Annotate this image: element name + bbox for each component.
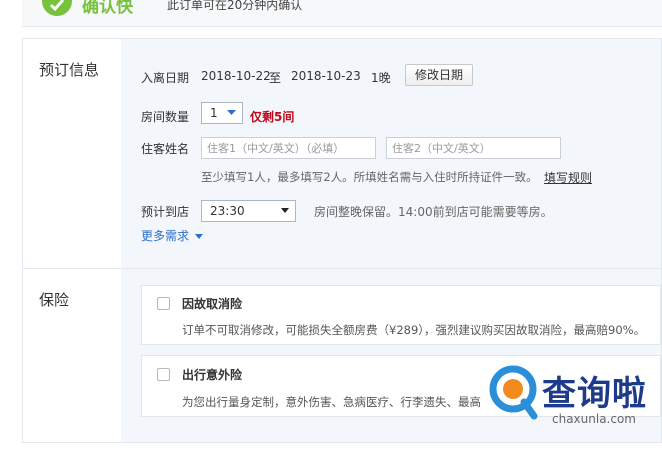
insurance-title: 出行意外险: [182, 368, 243, 382]
rooms-select[interactable]: 1: [201, 102, 243, 124]
chevron-down-icon: [281, 208, 289, 213]
rooms-select-value: 1: [210, 106, 218, 120]
booking-info-section: 预订信息 入离日期 2018-10-22 至 2018-10-23 1晚 修改日…: [22, 38, 662, 269]
section-sidebar: 保险: [23, 269, 121, 442]
insurance-desc: 为您出行量身定制，意外伤害、急病医疗、行李遗失、最高: [182, 395, 481, 409]
guest1-name-input[interactable]: [201, 137, 376, 159]
arrival-time-value: 23:30: [210, 204, 245, 218]
insurance-desc: 订单不可取消修改，可能损失全额房费（¥289），强烈建议购买因故取消险，最高赔9…: [182, 323, 646, 337]
watermark-name: 查询啦: [542, 374, 647, 414]
more-requests-link[interactable]: 更多需求: [141, 227, 203, 244]
nights-count: 1晚: [371, 71, 391, 85]
guests-hint: 至少填写1人，最多填写2人。所填姓名需与入住时所持证件一致。: [201, 170, 538, 184]
insurance-item: 因故取消险 订单不可取消修改，可能损失全额房费（¥289），强烈建议购买因故取消…: [141, 285, 661, 345]
fill-rules-link[interactable]: 填写规则: [544, 169, 592, 186]
cancel-insurance-checkbox[interactable]: [157, 297, 170, 310]
section-title-booking: 预订信息: [39, 61, 100, 79]
checkout-date: 2018-10-23: [291, 69, 361, 83]
stay-dates-label: 入离日期: [141, 71, 190, 85]
arrival-note: 房间整晚保留。14:00前到店可能需要等房。: [314, 205, 553, 219]
confirm-title: 确认快: [82, 0, 133, 17]
edit-dates-button[interactable]: 修改日期: [405, 64, 474, 86]
chevron-down-icon: [227, 110, 236, 115]
caret-down-icon: [194, 234, 203, 239]
confirmation-banner: 确认快 此订单可在20分钟内确认: [22, 0, 662, 27]
arrival-label: 预计到店: [141, 205, 190, 219]
guest2-name-input[interactable]: [386, 137, 561, 159]
section-sidebar: 预订信息: [23, 39, 121, 268]
rooms-label: 房间数量: [141, 110, 190, 124]
booking-form: 入离日期 2018-10-22 至 2018-10-23 1晚 修改日期 房间数…: [121, 39, 661, 268]
watermark: 查询啦 chaxunla.com: [478, 360, 662, 440]
rooms-remaining: 仅剩5间: [250, 110, 295, 124]
check-icon: [42, 0, 72, 16]
watermark-url: chaxunla.com: [552, 412, 636, 426]
section-title-insurance: 保险: [39, 291, 70, 309]
travel-insurance-checkbox[interactable]: [157, 368, 170, 381]
more-requests-label: 更多需求: [141, 229, 190, 243]
date-separator: 至: [269, 71, 282, 85]
guests-label: 住客姓名: [141, 142, 190, 156]
watermark-logo-icon: [489, 365, 538, 420]
confirm-note: 此订单可在20分钟内确认: [167, 0, 303, 12]
arrival-time-select[interactable]: 23:30: [201, 200, 296, 222]
checkin-date: 2018-10-22: [201, 69, 271, 83]
insurance-title: 因故取消险: [182, 297, 243, 311]
